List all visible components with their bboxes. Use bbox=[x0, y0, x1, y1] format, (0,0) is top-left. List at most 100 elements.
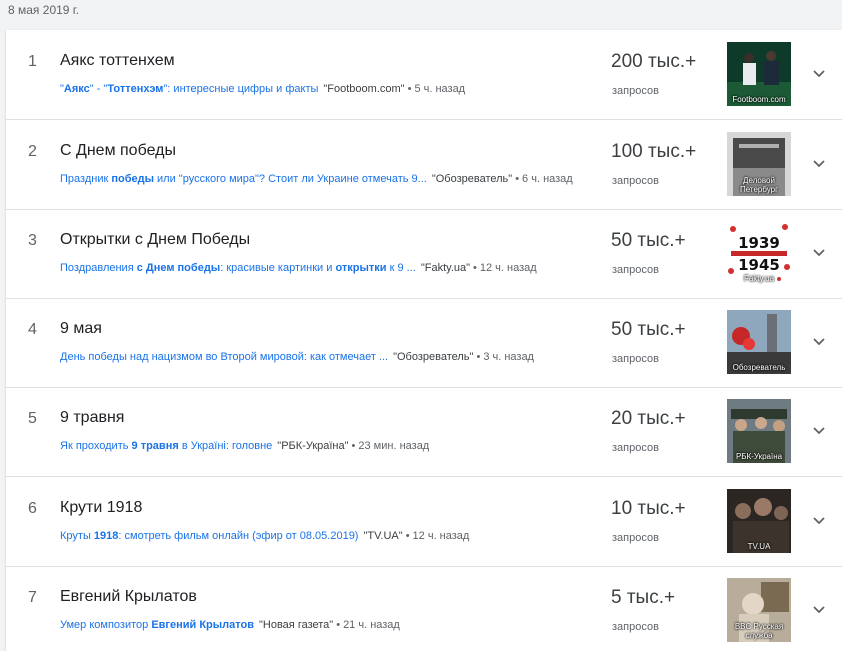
dot-separator: • bbox=[336, 619, 341, 631]
article-text-part: Поздравления bbox=[60, 262, 137, 274]
search-count: 10 тыс.+ bbox=[611, 498, 686, 519]
article-link[interactable]: Круты 1918: смотреть фильм онлайн (эфир … bbox=[60, 530, 358, 542]
article-text-part: : красивые картинки и bbox=[220, 262, 336, 274]
trend-title: 9 мая bbox=[60, 320, 102, 337]
dot-separator: • bbox=[515, 173, 520, 185]
search-count: 200 тыс.+ bbox=[611, 51, 697, 72]
trend-title: Аякс тоттенхем bbox=[60, 52, 175, 69]
article-text-part: Як проходить bbox=[60, 440, 132, 452]
article-highlight: открытки bbox=[335, 262, 387, 274]
article-highlight: 1918 bbox=[93, 530, 119, 542]
article-source: "Обозреватель" bbox=[431, 173, 513, 185]
search-count-label: запросов bbox=[612, 264, 659, 276]
search-count: 50 тыс.+ bbox=[611, 230, 686, 251]
trend-rank: 1 bbox=[28, 53, 37, 70]
article-link[interactable]: Умер композитор Евгений Крылатов bbox=[60, 619, 254, 631]
trend-article: Умер композитор Евгений Крылатов "Новая г… bbox=[60, 619, 400, 631]
thumbnail-caption: РБК-Україна bbox=[735, 452, 783, 461]
date-header: 8 мая 2019 г. bbox=[8, 3, 80, 17]
search-count-label: запросов bbox=[612, 442, 659, 454]
trend-article: Поздравления с Днем победы: красивые кар… bbox=[60, 262, 537, 274]
trend-title: Открытки с Днем Победы bbox=[60, 231, 251, 248]
article-text-part: в Україні: головне bbox=[178, 440, 273, 452]
trend-rank: 4 bbox=[28, 321, 37, 338]
trend-thumbnail[interactable]: BBC Русская служба bbox=[727, 578, 791, 642]
chevron-down-icon[interactable] bbox=[809, 154, 829, 174]
trend-thumbnail[interactable]: Footboom.com bbox=[727, 42, 791, 106]
trend-article: Праздник победы или "русского мира"? Сто… bbox=[60, 173, 573, 185]
trend-thumbnail[interactable]: TV.UA bbox=[727, 489, 791, 553]
trend-row-4[interactable]: 4 9 мая День победы над нацизмом во Втор… bbox=[6, 298, 842, 388]
trends-list: 1 Аякс тоттенхем "Аякс" - "Тоттенхэм": и… bbox=[6, 30, 842, 651]
trend-thumbnail[interactable]: Обозреватель bbox=[727, 310, 791, 374]
trend-article: Круты 1918: смотреть фильм онлайн (эфир … bbox=[60, 530, 469, 542]
article-source: "РБК-Україна" bbox=[277, 440, 349, 452]
trend-row-1[interactable]: 1 Аякс тоттенхем "Аякс" - "Тоттенхэм": и… bbox=[6, 30, 842, 120]
article-age: 12 ч. назад bbox=[412, 530, 470, 542]
article-link[interactable]: "Аякс" - "Тоттенхэм": интересные цифры и… bbox=[60, 83, 318, 95]
article-text-part: Умер композитор bbox=[60, 619, 152, 631]
trend-thumbnail[interactable]: Деловой Петербург bbox=[727, 132, 791, 196]
trend-rank: 6 bbox=[28, 500, 37, 517]
article-text-part: : смотреть фильм онлайн (эфир от 08.05.2… bbox=[118, 530, 359, 542]
article-highlight: победы bbox=[111, 173, 154, 185]
dot-separator: • bbox=[407, 83, 412, 95]
chevron-down-icon[interactable] bbox=[809, 421, 829, 441]
article-link[interactable]: Як проходить 9 травня в Україні: головне bbox=[60, 440, 272, 452]
search-count: 5 тыс.+ bbox=[611, 587, 676, 608]
article-link[interactable]: Поздравления с Днем победы: красивые кар… bbox=[60, 262, 416, 274]
trend-row-2[interactable]: 2 С Днем победы Праздник победы или "рус… bbox=[6, 120, 842, 210]
search-count: 100 тыс.+ bbox=[611, 141, 697, 162]
trend-title: С Днем победы bbox=[60, 142, 176, 159]
chevron-down-icon[interactable] bbox=[809, 243, 829, 263]
thumbnail-caption: Footboom.com bbox=[732, 95, 786, 104]
article-text-part: День победы над нацизмом во Второй миров… bbox=[60, 351, 389, 363]
trend-rank: 5 bbox=[28, 410, 37, 427]
article-link[interactable]: Праздник победы или "русского мира"? Сто… bbox=[60, 173, 427, 185]
search-count-label: запросов bbox=[612, 621, 659, 633]
trend-article: Як проходить 9 травня в Україні: головне… bbox=[60, 440, 429, 452]
postcard-year-bottom: 1945 bbox=[738, 256, 780, 274]
chevron-down-icon[interactable] bbox=[809, 511, 829, 531]
thumbnail-caption: Деловой Петербург bbox=[739, 176, 779, 194]
trend-row-7[interactable]: 7 Евгений Крылатов Умер композитор Евген… bbox=[6, 566, 842, 651]
article-highlight: с Днем победы bbox=[136, 262, 221, 274]
article-text-part: к 9 ... bbox=[386, 262, 416, 274]
postcard-year-top: 1939 bbox=[738, 234, 780, 252]
chevron-down-icon[interactable] bbox=[809, 64, 829, 84]
article-text-part: ": интересные цифры и факты bbox=[163, 83, 319, 95]
thumbnail-caption: BBC Русская служба bbox=[734, 622, 784, 640]
article-link[interactable]: День победы над нацизмом во Второй миров… bbox=[60, 351, 388, 363]
article-source: "Обозреватель" bbox=[393, 351, 474, 363]
dot-separator: • bbox=[473, 262, 477, 274]
trend-thumbnail[interactable]: РБК-Україна bbox=[727, 399, 791, 463]
trend-rank: 7 bbox=[28, 589, 37, 606]
trend-row-5[interactable]: 5 9 травня Як проходить 9 травня в Украї… bbox=[6, 387, 842, 477]
chevron-down-icon[interactable] bbox=[809, 600, 829, 620]
search-count-label: запросов bbox=[612, 175, 659, 187]
article-age: 3 ч. назад bbox=[483, 351, 534, 363]
thumbnail-caption: Обозреватель bbox=[732, 363, 786, 372]
dot-separator: • bbox=[405, 530, 410, 542]
article-age: 6 ч. назад bbox=[522, 173, 573, 185]
article-age: 12 ч. назад bbox=[479, 262, 537, 274]
chevron-down-icon[interactable] bbox=[809, 332, 829, 352]
trend-title: Евгений Крылатов bbox=[60, 588, 197, 605]
dot-separator: • bbox=[476, 351, 481, 363]
thumbnail-caption: TV.UA bbox=[747, 542, 771, 551]
article-source: "Новая газета" bbox=[259, 619, 334, 631]
search-count-label: запросов bbox=[612, 85, 659, 97]
article-source: "Footboom.com" bbox=[323, 83, 405, 95]
article-age: 23 мин. назад bbox=[358, 440, 430, 452]
article-source: "Fakty.ua" bbox=[420, 262, 471, 274]
article-highlight: Аякс bbox=[63, 83, 90, 95]
trend-row-6[interactable]: 6 Крути 1918 Круты 1918: смотреть фильм … bbox=[6, 477, 842, 567]
search-count: 50 тыс.+ bbox=[611, 319, 686, 340]
trend-thumbnail[interactable]: 1939 1945 Fakty.ua bbox=[727, 221, 791, 285]
trend-row-3[interactable]: 3 Открытки с Днем Победы Поздравления с … bbox=[6, 209, 842, 299]
trend-title: 9 травня bbox=[60, 409, 125, 426]
article-text-part: Праздник bbox=[60, 173, 112, 185]
article-age: 5 ч. назад bbox=[414, 83, 466, 95]
dot-separator: • bbox=[351, 440, 356, 452]
trend-article: День победы над нацизмом во Второй миров… bbox=[60, 351, 534, 363]
